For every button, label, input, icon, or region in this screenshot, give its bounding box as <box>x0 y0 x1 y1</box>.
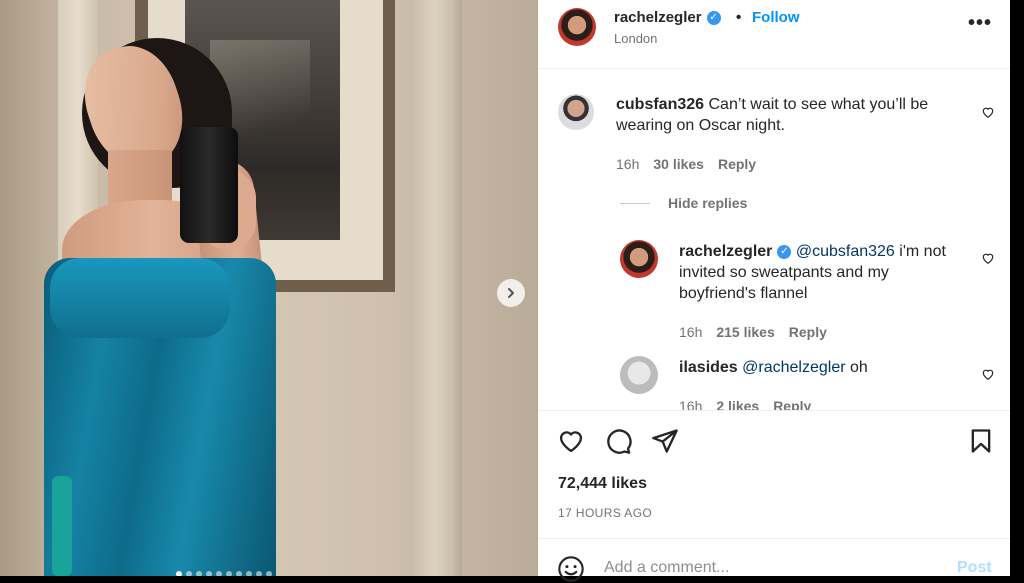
reply-username[interactable]: ilasides <box>679 359 738 376</box>
photo-dress-neckline <box>50 258 230 338</box>
header-separator: • <box>736 9 742 26</box>
comment-like-heart-icon[interactable] <box>981 105 995 119</box>
reply-meta: 16h 215 likes Reply <box>679 324 827 340</box>
reply-body: ilasides @rachelzegler oh <box>679 357 974 378</box>
carousel-dot <box>236 571 242 576</box>
carousel-dot <box>176 571 182 576</box>
comment-reply-button[interactable]: Reply <box>718 156 756 172</box>
reply-like-heart-icon[interactable] <box>981 251 995 265</box>
verified-badge-icon: ✓ <box>706 11 721 26</box>
carousel-dot <box>186 571 192 576</box>
reply-body: rachelzegler ✓ @cubsfan326 i'm not invite… <box>679 241 974 304</box>
carousel-dot <box>196 571 202 576</box>
comment-username[interactable]: cubsfan326 <box>616 96 704 113</box>
post-details-panel: rachelzegler ✓ • Follow London ••• cubsfa… <box>538 0 1010 582</box>
reply-avatar[interactable] <box>620 356 658 394</box>
next-photo-button[interactable] <box>497 279 525 307</box>
carousel-dot <box>206 571 212 576</box>
photo-smartphone <box>180 127 238 243</box>
reply-username[interactable]: rachelzegler <box>679 243 772 260</box>
carousel-dot <box>266 571 272 576</box>
author-avatar[interactable] <box>558 8 596 46</box>
emoji-smile-icon[interactable] <box>557 555 585 583</box>
post-comment-button[interactable]: Post <box>957 559 992 577</box>
reply-reply-button[interactable]: Reply <box>789 324 827 340</box>
verified-badge-icon: ✓ <box>777 244 792 259</box>
reply-text: oh <box>850 359 868 376</box>
commenter-avatar[interactable] <box>558 94 594 130</box>
hide-replies-line <box>620 202 650 204</box>
window-edge <box>1010 0 1024 576</box>
reply-likes[interactable]: 2 likes <box>716 398 759 410</box>
post-photo[interactable] <box>0 0 538 576</box>
carousel-dot <box>256 571 262 576</box>
heart-icon[interactable] <box>557 427 585 455</box>
comment-input[interactable] <box>604 559 924 577</box>
author-username-text[interactable]: rachelzegler <box>614 9 702 26</box>
bookmark-icon[interactable] <box>967 427 995 455</box>
photo-wall-trim <box>412 0 462 576</box>
comment-time: 16h <box>616 156 640 172</box>
more-options-button[interactable]: ••• <box>968 12 992 35</box>
add-comment-bar: Post <box>538 538 1010 582</box>
hide-replies-button[interactable]: Hide replies <box>620 195 747 211</box>
reply-time: 16h <box>679 324 703 340</box>
reply-text-line2: invited so sweatpants and my <box>679 264 889 281</box>
comments-list[interactable]: cubsfan326 Can’t wait to see what you’ll… <box>538 70 1010 410</box>
hide-replies-label[interactable]: Hide replies <box>668 195 747 211</box>
carousel-dot <box>226 571 232 576</box>
comment-likes[interactable]: 30 likes <box>653 156 704 172</box>
follow-button[interactable]: Follow <box>752 9 800 26</box>
post-likes-count[interactable]: 72,444 likes <box>558 475 647 493</box>
chevron-right-icon <box>508 288 514 298</box>
reply-avatar[interactable] <box>620 240 658 278</box>
carousel-dot <box>216 571 222 576</box>
post-actions: 72,444 likes 17 HOURS AGO <box>538 410 1010 538</box>
reply-text-line3: boyfriend's flannel <box>679 285 808 302</box>
author-username[interactable]: rachelzegler ✓ <box>614 9 721 26</box>
comment-meta: 16h 30 likes Reply <box>616 156 756 172</box>
reply-meta: 16h 2 likes Reply <box>679 398 811 410</box>
reply-reply-button[interactable]: Reply <box>773 398 811 410</box>
carousel-dot <box>246 571 252 576</box>
comment-body: cubsfan326 Can’t wait to see what you’ll… <box>616 94 966 136</box>
reply-text-line1: i'm not <box>899 243 946 260</box>
reply-mention[interactable]: @cubsfan326 <box>796 243 895 260</box>
reply-likes[interactable]: 215 likes <box>716 324 774 340</box>
post-header: rachelzegler ✓ • Follow London ••• <box>538 0 1010 69</box>
photo-clutch <box>52 476 72 576</box>
comment-bubble-icon[interactable] <box>604 427 632 455</box>
reply-like-heart-icon[interactable] <box>981 367 995 381</box>
reply-time: 16h <box>679 398 703 410</box>
carousel-indicator <box>176 571 272 576</box>
post-location[interactable]: London <box>614 31 657 46</box>
post-timestamp[interactable]: 17 HOURS AGO <box>558 506 652 520</box>
paper-plane-icon[interactable] <box>651 427 679 455</box>
reply-mention[interactable]: @rachelzegler <box>742 359 845 376</box>
